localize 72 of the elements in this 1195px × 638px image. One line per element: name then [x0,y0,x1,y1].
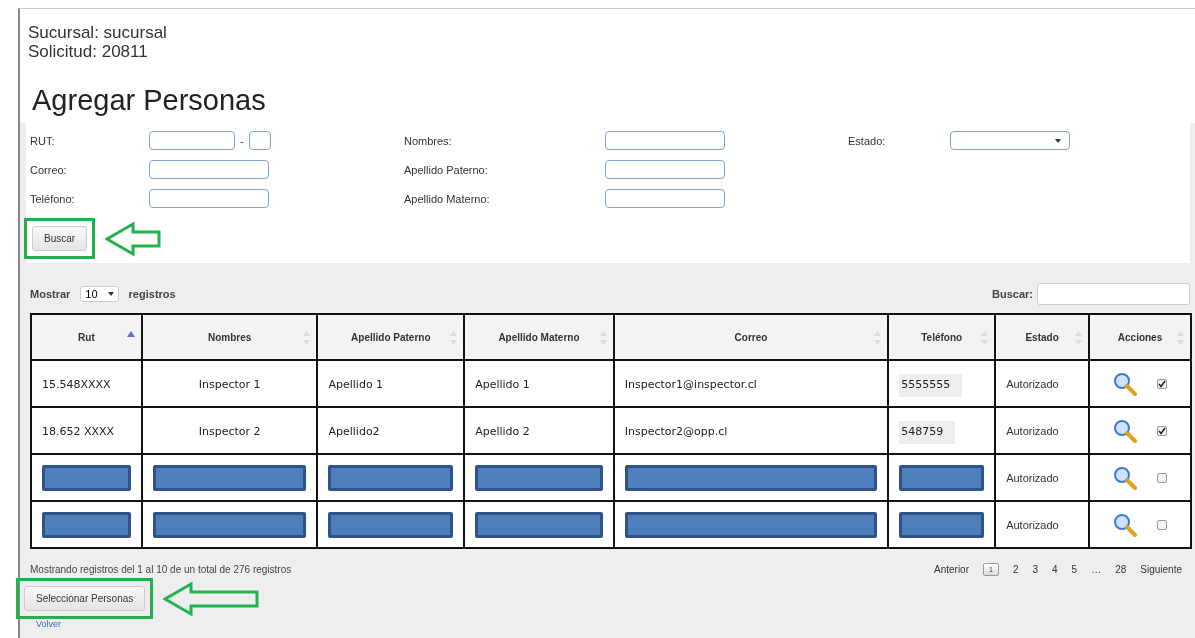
status-select[interactable] [950,131,1070,150]
table-cell: 18.652 XXXX [31,407,142,454]
text-input[interactable] [149,189,269,208]
table-cell: Inspector2@opp.cl [613,407,889,454]
magnifier-icon[interactable] [1113,465,1137,490]
check-digit-input[interactable] [248,131,271,150]
back-link[interactable]: Volver [36,619,1190,629]
table-cell: 548759 [888,407,996,454]
show-label: Mostrar [30,288,71,300]
table-cell: Apellido2 [317,407,465,454]
text-input[interactable] [605,131,725,150]
dash: - [240,134,244,147]
field-label: RUT: [30,134,56,147]
column-header[interactable]: Apellido Paterno [317,314,465,360]
next-link[interactable]: Siguiente [1140,564,1182,575]
rut-input[interactable] [149,131,235,150]
field-label: Teléfono: [30,192,76,205]
table-cell: Inspector1@inspector.cl [613,360,889,407]
page-link[interactable]: 28 [1115,564,1127,575]
page-link[interactable]: … [1091,564,1102,575]
field-label: Estado: [848,134,887,147]
column-header[interactable]: Rut [31,314,142,360]
column-header[interactable]: Apellido Materno [464,314,614,360]
table-cell: Apellido 2 [464,407,614,454]
text-input[interactable] [605,189,725,208]
magnifier-icon[interactable] [1113,418,1137,443]
search-button[interactable]: Buscar [32,226,88,251]
records-info: Mostrando registros del 1 al 10 de un total de 276 registros [30,564,292,575]
request-label: Solicitud: 20811 [28,42,149,61]
table-cell: Apellido 1 [317,360,465,407]
table-cell: 15.548XXXX [31,360,142,407]
table-cell: 5555555 [888,360,996,407]
table-cell: Autorizado [995,501,1090,548]
table-cell: Apellido 1 [464,360,614,407]
table-cell: Autorizado [995,407,1090,454]
left-arrow-icon [105,220,162,257]
row-checkbox[interactable] [1157,472,1167,483]
page-link[interactable]: 2 [1012,564,1019,575]
search-field[interactable] [1037,283,1190,305]
page-link[interactable]: 4 [1052,564,1058,575]
page-link[interactable]: 3 [1032,564,1039,575]
records-label: registros [128,288,176,300]
left-arrow-icon [163,580,260,617]
field-label: Apellido Materno: [404,192,491,205]
dropdown-icon [1055,138,1061,143]
dropdown-icon [107,292,114,296]
row-checkbox[interactable] [1157,519,1167,530]
select-people-button[interactable]: Seleccionar Personas [24,586,146,611]
text-input[interactable] [605,160,725,179]
column-header[interactable]: Acciones [1089,314,1191,360]
search-label: Buscar: [992,288,1033,300]
magnifier-icon[interactable] [1113,512,1137,537]
table-cell: Autorizado [995,360,1090,407]
column-header[interactable]: Correo [613,314,889,360]
page-size-select[interactable]: 10 [80,286,119,302]
column-header[interactable]: Estado [995,314,1090,360]
magnifier-icon[interactable] [1113,371,1137,396]
field-label: Apellido Paterno: [404,163,489,176]
row-checkbox[interactable] [1157,378,1167,389]
field-label: Correo: [30,163,68,176]
previous-link[interactable]: Anterior [934,564,969,575]
table-cell: Inspector 1 [141,360,318,407]
column-header[interactable]: Nombres [141,314,318,360]
column-header[interactable]: Teléfono [888,314,996,360]
text-input[interactable] [149,160,269,179]
page-title: Agregar Personas [32,83,267,117]
row-checkbox[interactable] [1157,425,1167,436]
table-cell: Autorizado [995,454,1090,501]
table-cell: Inspector 2 [141,407,318,454]
branch-label: Sucursal: sucursal [28,23,168,42]
field-label: Nombres: [404,134,453,147]
page-link[interactable]: 5 [1071,564,1078,575]
